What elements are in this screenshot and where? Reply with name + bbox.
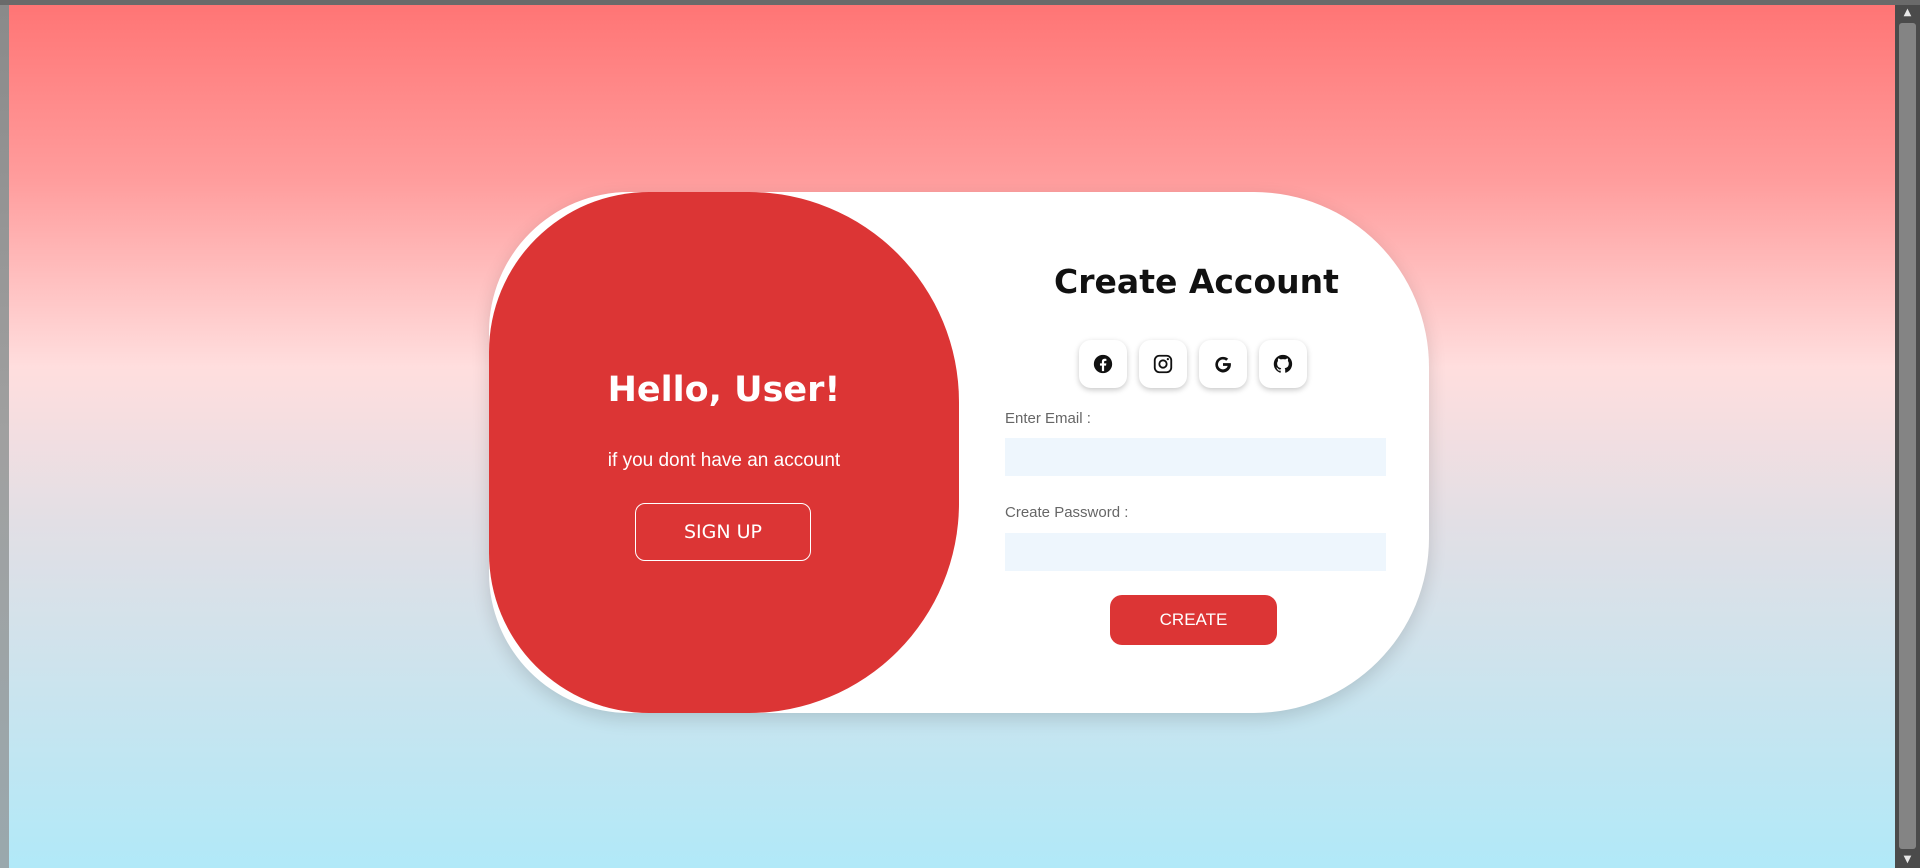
- auth-card: Hello, User! if you dont have an account…: [489, 192, 1429, 713]
- sign-up-button[interactable]: SIGN UP: [635, 503, 811, 561]
- google-glyph: [1215, 356, 1231, 373]
- facebook-icon[interactable]: [1079, 340, 1127, 388]
- scrollbar-thumb[interactable]: [1899, 23, 1916, 849]
- github-glyph: [1273, 354, 1293, 373]
- welcome-panel: Hello, User! if you dont have an account…: [489, 192, 959, 713]
- welcome-title: Hello, User!: [607, 370, 841, 410]
- welcome-subtitle: if you dont have an account: [607, 450, 841, 471]
- scroll-down-arrow-icon[interactable]: ▼: [1895, 852, 1920, 868]
- email-field[interactable]: [1005, 438, 1386, 476]
- window-left-border: [0, 5, 9, 868]
- scroll-up-arrow-icon[interactable]: ▲: [1895, 5, 1920, 21]
- instagram-icon[interactable]: [1139, 340, 1187, 388]
- password-field[interactable]: [1005, 533, 1386, 571]
- vertical-scrollbar[interactable]: ▲ ▼: [1895, 5, 1920, 868]
- facebook-glyph: [1093, 354, 1113, 374]
- page-background: Hello, User! if you dont have an account…: [9, 5, 1895, 868]
- create-button[interactable]: CREATE: [1110, 595, 1277, 645]
- form-title: Create Account: [1054, 262, 1339, 301]
- password-label: Create Password :: [1005, 504, 1129, 521]
- email-label: Enter Email :: [1005, 410, 1091, 427]
- google-icon[interactable]: [1199, 340, 1247, 388]
- github-icon[interactable]: [1259, 340, 1307, 388]
- instagram-glyph: [1153, 354, 1173, 374]
